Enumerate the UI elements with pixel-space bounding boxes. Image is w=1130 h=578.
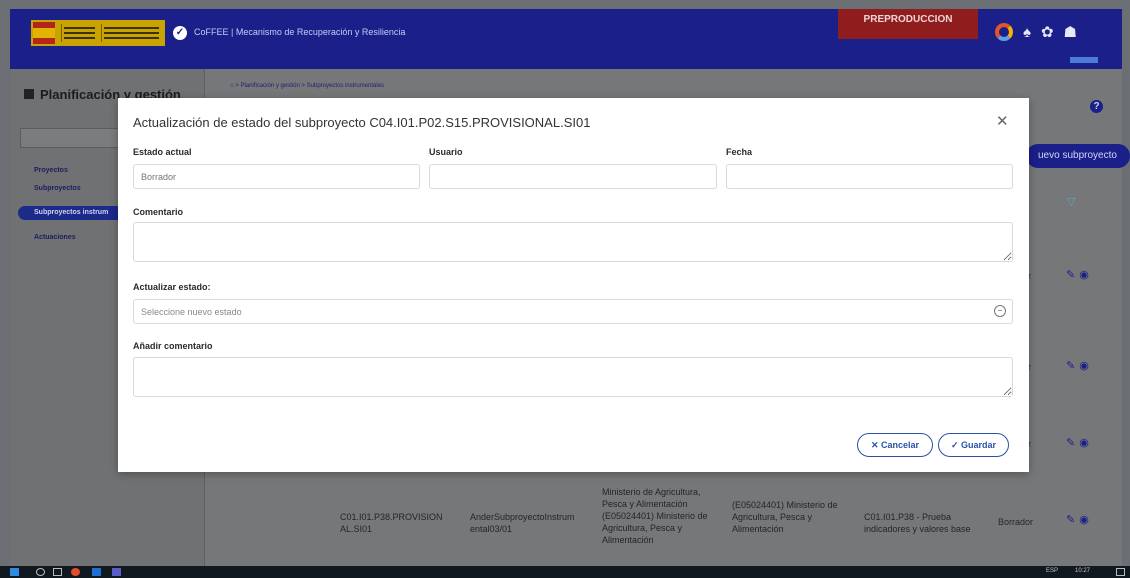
- breadcrumb: ⌂ > Planificación y gestión > Subproyect…: [230, 83, 384, 89]
- cancel-button[interactable]: ✕ Cancelar: [857, 433, 933, 457]
- new-subproject-button[interactable]: uevo subproyecto: [1026, 144, 1130, 168]
- usuario-field[interactable]: [429, 164, 717, 189]
- update-status-dialog: Actualización de estado del subproyecto …: [118, 98, 1029, 472]
- close-icon[interactable]: ✕: [996, 112, 1009, 130]
- cell-organization: Ministerio de Agricultura, Pesca y Alime…: [602, 487, 708, 545]
- notifications-icon[interactable]: [1116, 568, 1125, 576]
- table-row[interactable]: C01.I01.P38.PROVISION AL.SI01 AnderSubpr…: [206, 479, 1122, 566]
- select-placeholder: Seleccione nuevo estado: [141, 307, 242, 317]
- grid-icon: [24, 89, 34, 99]
- dialog-title: Actualización de estado del subproyecto …: [133, 115, 591, 130]
- usuario-label: Usuario: [429, 147, 463, 157]
- government-logo-text: [61, 24, 97, 42]
- tray-language[interactable]: ESP: [1046, 568, 1058, 574]
- sidebar-item-label: Subproyectos instrum: [34, 209, 109, 216]
- bell-icon[interactable]: ♠: [1023, 24, 1031, 41]
- cell-user: AnderSubproyectoInstrum ental03/01: [470, 512, 575, 534]
- search-icon[interactable]: [36, 568, 45, 576]
- comentario-textarea[interactable]: [133, 222, 1013, 262]
- row-actions[interactable]: ✎◉: [1066, 359, 1093, 372]
- comentario-label: Comentario: [133, 207, 184, 217]
- windows-start-icon[interactable]: [10, 568, 19, 576]
- breadcrumb-path[interactable]: > Planificación y gestión > Subproyectos…: [234, 83, 384, 89]
- chrome-icon[interactable]: [71, 568, 80, 576]
- user-menu-strip[interactable]: [1070, 57, 1098, 63]
- chevron-down-icon: −: [994, 305, 1006, 317]
- outlook-icon[interactable]: [92, 568, 101, 576]
- filter-icon[interactable]: ▽: [1067, 195, 1075, 208]
- row-actions[interactable]: ✎◉: [1066, 436, 1093, 449]
- task-view-icon[interactable]: [53, 568, 62, 576]
- row-actions[interactable]: ✎◉: [1066, 268, 1093, 281]
- tray-clock[interactable]: 10:27: [1075, 568, 1090, 574]
- coffee-logo-icon: ✓: [173, 26, 187, 40]
- sidebar-item-subproyectos[interactable]: Subproyectos: [34, 185, 81, 192]
- header-icons: ♠ ✿ ☗: [995, 23, 1077, 41]
- sidebar-item-actuaciones[interactable]: Actuaciones: [34, 234, 76, 241]
- os-taskbar: ESP 10:27: [0, 566, 1130, 578]
- save-button[interactable]: ✓ Guardar: [938, 433, 1009, 457]
- app-title: CoFFEE | Mecanismo de Recuperación y Res…: [194, 27, 406, 37]
- government-logo[interactable]: [31, 20, 165, 46]
- teams-icon[interactable]: [112, 568, 121, 576]
- anadir-comentario-textarea[interactable]: [133, 357, 1013, 397]
- gear-icon[interactable]: ✿: [1041, 23, 1054, 41]
- fecha-field[interactable]: [726, 164, 1013, 189]
- nuevo-estado-select[interactable]: Seleccione nuevo estado −: [133, 299, 1013, 324]
- plan-logo-icon: [995, 23, 1013, 41]
- help-icon[interactable]: ?: [1090, 100, 1103, 113]
- cell-name: C01.I01.P38 - Prueba indicadores y valor…: [864, 512, 971, 534]
- estado-actual-field[interactable]: [133, 164, 420, 189]
- fecha-label: Fecha: [726, 147, 753, 157]
- anadir-comentario-label: Añadir comentario: [133, 341, 213, 351]
- cell-destination: (E05024401) Ministerio de Agricultura, P…: [732, 500, 838, 534]
- cell-status: Borrador: [998, 517, 1034, 527]
- spain-flag-icon: [33, 22, 55, 44]
- row-actions[interactable]: ✎◉: [1066, 513, 1093, 526]
- top-header: ✓ CoFFEE | Mecanismo de Recuperación y R…: [10, 9, 1122, 69]
- cell-code: C01.I01.P38.PROVISION AL.SI01: [340, 512, 443, 534]
- actualizar-estado-label: Actualizar estado:: [133, 282, 211, 292]
- sidebar-item-proyectos[interactable]: Proyectos: [34, 167, 68, 174]
- user-icon[interactable]: ☗: [1064, 23, 1077, 41]
- ministry-logo-text: [101, 24, 161, 42]
- estado-actual-label: Estado actual: [133, 147, 192, 157]
- environment-badge: PREPRODUCCION: [838, 9, 978, 39]
